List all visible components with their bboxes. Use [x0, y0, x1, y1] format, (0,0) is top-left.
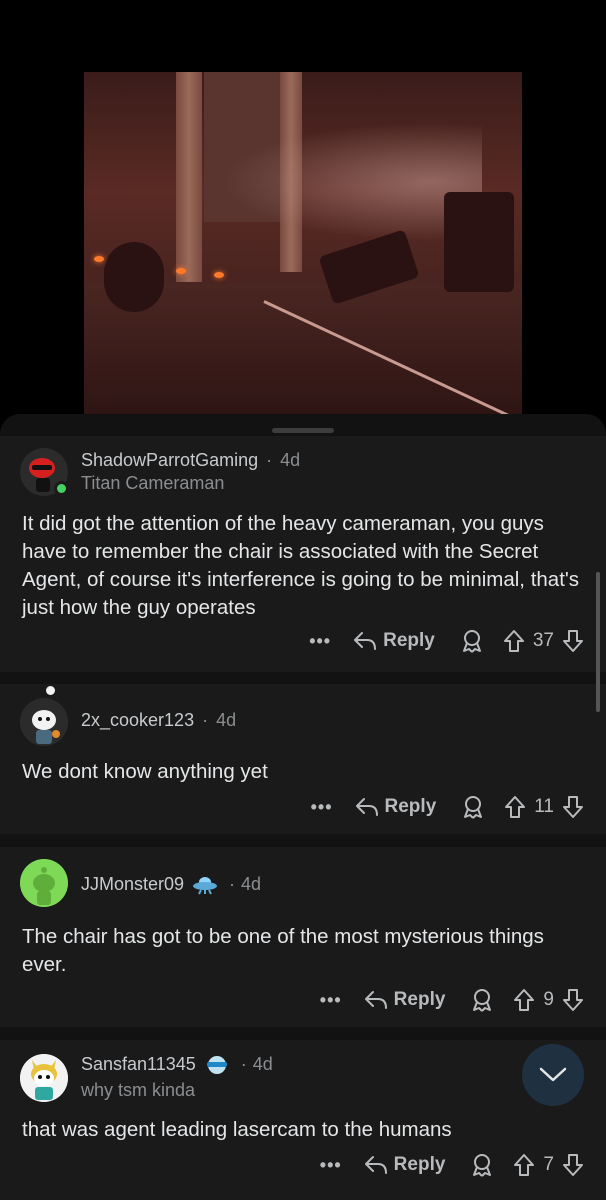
more-options-button[interactable]: •••	[320, 990, 342, 1011]
comment-body: We dont know anything yet	[22, 760, 268, 783]
award-button[interactable]	[471, 988, 493, 1012]
more-options-button[interactable]: •••	[309, 631, 331, 652]
avatar[interactable]	[20, 1054, 68, 1102]
award-icon	[462, 630, 481, 653]
downvote-icon[interactable]	[562, 988, 584, 1012]
comment-item: JJMonster09 · 4d The chair has got to be…	[0, 847, 606, 1027]
reply-label: Reply	[383, 630, 435, 651]
reply-button[interactable]: Reply	[353, 630, 435, 652]
downvote-icon[interactable]	[562, 1153, 584, 1177]
upvote-icon[interactable]	[504, 795, 526, 819]
award-button[interactable]	[471, 1153, 493, 1177]
comment-username[interactable]: 2x_cooker123	[81, 710, 194, 730]
reply-arrow-icon	[354, 632, 377, 650]
comment-item: ShadowParrotGaming · 4d Titan Cameraman …	[0, 436, 606, 672]
award-button[interactable]	[461, 629, 483, 653]
award-icon	[464, 796, 483, 819]
online-status-dot	[54, 481, 69, 496]
reply-label: Reply	[393, 989, 446, 1010]
vote-control: 7	[513, 1153, 584, 1177]
more-options-button[interactable]: •••	[320, 1155, 342, 1176]
reply-arrow-icon	[364, 1156, 387, 1174]
comment-body: It did got the attention of the heavy ca…	[22, 512, 580, 619]
snoo-avatar-icon	[20, 859, 68, 907]
comments-sheet: ShadowParrotGaming · 4d Titan Cameraman …	[0, 414, 606, 1200]
post-video[interactable]	[84, 72, 522, 414]
meta-separator: ·	[229, 873, 236, 894]
vote-control: 11	[504, 795, 584, 819]
comment-actions: ••• Reply 37	[309, 626, 584, 656]
comment-item: 2x_cooker123 · 4d We dont know anything …	[0, 684, 606, 834]
upvote-icon[interactable]	[513, 988, 535, 1012]
comment-item: Sansfan11345 · 4d why tsm kinda that was…	[0, 1040, 606, 1200]
comment-username[interactable]: ShadowParrotGaming	[81, 450, 258, 470]
scroll-down-button[interactable]	[522, 1044, 584, 1106]
comment-actions: ••• Reply 11	[311, 792, 584, 822]
upvote-icon[interactable]	[513, 1153, 535, 1177]
vote-count: 11	[534, 796, 554, 817]
comment-time: 4d	[241, 873, 262, 894]
comment-time: 4d	[280, 450, 301, 470]
comment-username[interactable]: JJMonster09	[81, 874, 184, 895]
avatar[interactable]	[20, 698, 68, 746]
user-flair: Titan Cameraman	[81, 473, 225, 493]
reply-label: Reply	[384, 796, 437, 817]
vote-control: 37	[503, 629, 584, 653]
upvote-icon[interactable]	[503, 629, 525, 653]
comment-time: 4d	[252, 1054, 273, 1074]
award-icon	[473, 989, 492, 1012]
scrollbar[interactable]	[596, 572, 600, 712]
comment-body: that was agent leading lasercam to the h…	[22, 1118, 452, 1141]
reply-button[interactable]: Reply	[364, 989, 446, 1011]
downvote-icon[interactable]	[562, 795, 584, 819]
reply-arrow-icon	[364, 991, 387, 1009]
reply-button[interactable]: Reply	[364, 1154, 446, 1176]
sunglasses-badge-icon	[206, 1055, 227, 1074]
comment-username[interactable]: Sansfan11345	[81, 1054, 196, 1075]
comment-actions: ••• Reply 9	[320, 985, 584, 1015]
snoo-avatar-icon	[20, 698, 68, 746]
meta-separator: ·	[202, 710, 209, 730]
media-viewer	[0, 0, 606, 420]
meta-separator: ·	[240, 1054, 247, 1074]
downvote-icon[interactable]	[562, 629, 584, 653]
reply-label: Reply	[393, 1154, 446, 1175]
reply-button[interactable]: Reply	[355, 796, 437, 818]
snoo-avatar-icon	[20, 1054, 68, 1102]
ufo-badge-icon	[193, 877, 218, 895]
more-options-button[interactable]: •••	[311, 797, 333, 818]
vote-count: 9	[543, 989, 554, 1010]
reply-arrow-icon	[355, 798, 378, 816]
avatar[interactable]	[20, 859, 68, 907]
antenna-dot	[46, 686, 55, 695]
award-button[interactable]	[462, 795, 484, 819]
comment-time: 4d	[216, 710, 237, 730]
sheet-drag-handle[interactable]	[272, 428, 334, 433]
vote-count: 7	[543, 1154, 554, 1175]
user-flair: why tsm kinda	[81, 1080, 196, 1100]
chevron-down-icon	[539, 1067, 567, 1082]
award-icon	[473, 1154, 492, 1177]
vote-control: 9	[513, 988, 584, 1012]
vote-count: 37	[532, 630, 554, 651]
comment-actions: ••• Reply 7	[320, 1150, 584, 1180]
meta-separator: ·	[266, 450, 273, 470]
comment-body: The chair has got to be one of the most …	[22, 925, 544, 976]
